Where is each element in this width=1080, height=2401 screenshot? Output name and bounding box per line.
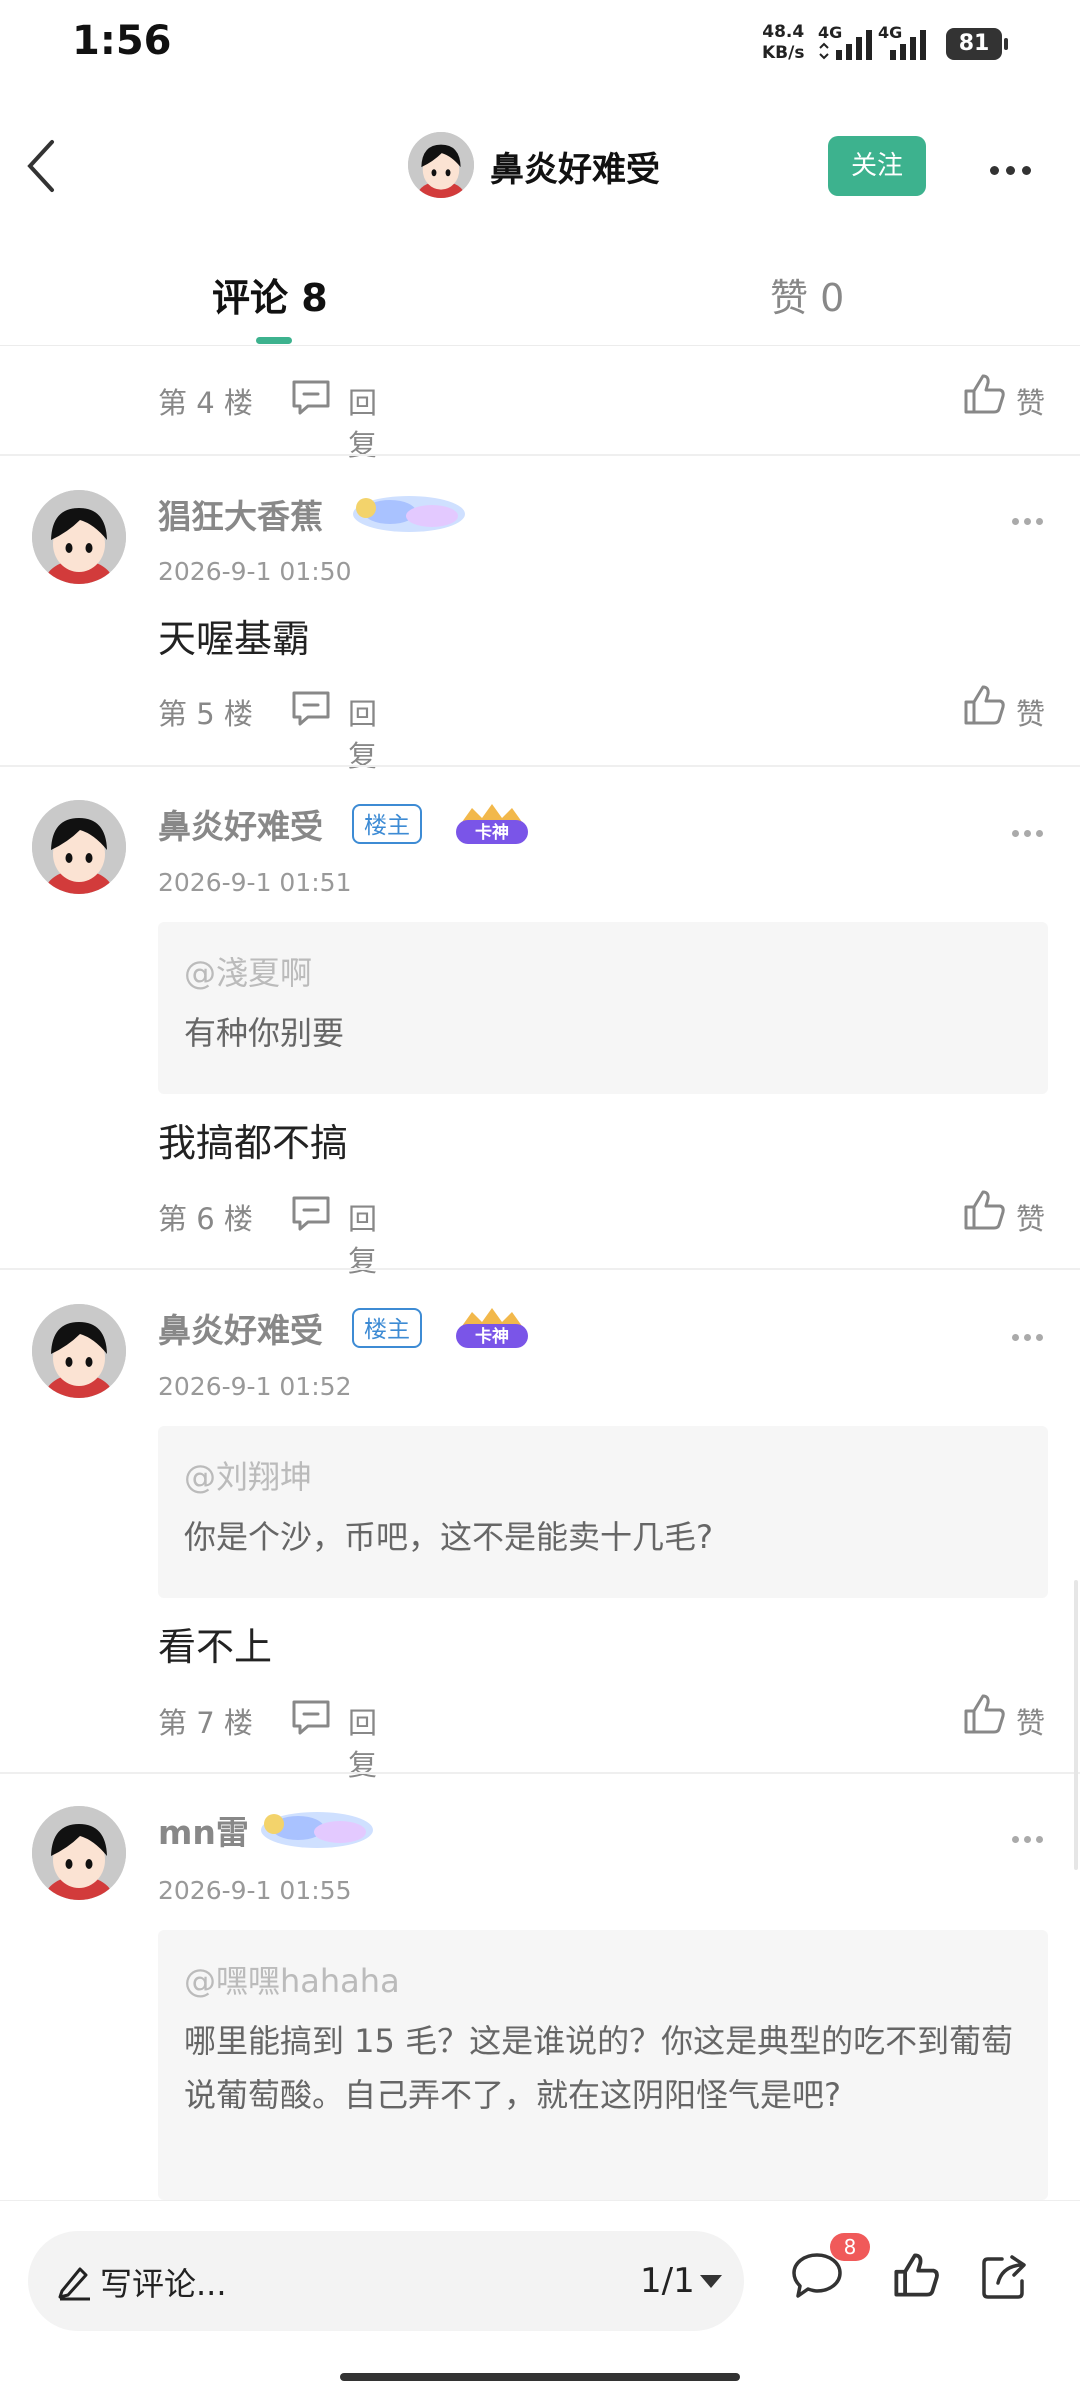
- active-tab-indicator: [256, 337, 292, 344]
- user-avatar[interactable]: [32, 1304, 126, 1398]
- header-avatar[interactable]: [408, 132, 474, 198]
- comment-count-badge: 8: [830, 2233, 870, 2261]
- home-indicator[interactable]: [340, 2373, 740, 2381]
- user-avatar[interactable]: [32, 800, 126, 894]
- like-label: 赞: [1016, 1202, 1046, 1236]
- reply-icon[interactable]: [290, 1698, 332, 1736]
- sig2-label: 4G: [878, 24, 902, 42]
- thumbs-up-icon: [964, 685, 1005, 725]
- tab-bar: 评论 8 赞 0: [0, 255, 1080, 346]
- signal-icon: 4G: [818, 24, 872, 60]
- post-text: 看不上: [158, 1625, 273, 1669]
- sig1-label: 4G: [818, 24, 842, 42]
- net-speed-unit: KB/s: [762, 43, 805, 63]
- net-speed-value: 48.4: [762, 22, 805, 42]
- level-medal-icon: [353, 496, 465, 532]
- comment-input[interactable]: 写评论... 1/1: [28, 2231, 744, 2331]
- username[interactable]: 鼻炎好难受: [158, 1304, 323, 1352]
- thumbs-up-icon[interactable]: [892, 2251, 940, 2299]
- user-avatar[interactable]: [32, 1806, 126, 1900]
- header-username[interactable]: 鼻炎好难受: [490, 142, 660, 191]
- floor-number: 第 5 楼: [158, 697, 253, 731]
- tab-likes[interactable]: 赞 0: [770, 267, 844, 322]
- scrollbar[interactable]: [1074, 1580, 1078, 1870]
- quoted-username[interactable]: @嘿嘿hahaha: [184, 1956, 400, 2002]
- reply-button[interactable]: 回复: [348, 380, 377, 464]
- like-label: 赞: [1016, 697, 1046, 731]
- post-time: 2026-9-1 01:55: [158, 1876, 352, 1905]
- reply-icon[interactable]: [290, 1194, 332, 1232]
- post-time: 2026-9-1 01:50: [158, 557, 352, 586]
- username[interactable]: mn雷: [158, 1806, 249, 1854]
- floor-number: 第 7 楼: [158, 1706, 253, 1740]
- like-label: 赞: [1016, 386, 1046, 420]
- username[interactable]: 猖狂大香蕉: [158, 490, 323, 538]
- quoted-text: 有种你别要: [184, 1014, 345, 1052]
- quoted-text: 你是个沙，币吧，这不是能卖十几毛?: [184, 1518, 713, 1556]
- post-more-icon[interactable]: [1012, 510, 1048, 529]
- floor-number: 第 4 楼: [158, 386, 253, 420]
- quoted-reply[interactable]: @刘翔坤 你是个沙，币吧，这不是能卖十几毛?: [158, 1426, 1048, 1598]
- divider: [0, 454, 1080, 456]
- tab-comments[interactable]: 评论 8: [212, 267, 328, 322]
- level-medal-icon: [261, 1812, 373, 1848]
- status-time: 1:56: [72, 18, 172, 64]
- quoted-reply[interactable]: @嘿嘿hahaha 哪里能搞到 15 毛？这是谁说的？你这是典型的吃不到葡萄说葡…: [158, 1930, 1048, 2200]
- reply-icon[interactable]: [290, 689, 332, 727]
- op-badge: 楼主: [352, 804, 422, 844]
- page-selector[interactable]: 1/1: [640, 2261, 695, 2301]
- quoted-username[interactable]: @刘翔坤: [184, 1452, 312, 1498]
- signal-icon-2: 4G: [878, 24, 926, 60]
- medal-text: 卡神: [475, 1326, 509, 1347]
- kashen-medal-icon: 卡神: [456, 1308, 528, 1348]
- quoted-reply[interactable]: @淺夏啊 有种你别要: [158, 922, 1048, 1094]
- user-avatar[interactable]: [32, 490, 126, 584]
- share-icon[interactable]: [980, 2251, 1032, 2301]
- divider: [0, 1772, 1080, 1774]
- kashen-medal-icon: 卡神: [456, 804, 528, 844]
- follow-button[interactable]: 关注: [828, 136, 926, 196]
- divider: [0, 765, 1080, 767]
- back-arrow-icon[interactable]: [22, 136, 62, 196]
- pen-icon: [58, 2267, 90, 2301]
- network-speed: 48.4 KB/s: [762, 22, 804, 64]
- more-options-icon[interactable]: [990, 160, 1038, 179]
- post-text: 天喔基霸: [158, 617, 311, 661]
- battery-indicator: 81: [946, 28, 1008, 60]
- chevron-down-icon[interactable]: [700, 2275, 722, 2288]
- post-more-icon[interactable]: [1012, 1326, 1048, 1345]
- post-header: 鼻炎好难受 关注: [0, 100, 1080, 230]
- medal-text: 卡神: [475, 822, 509, 843]
- bottom-action-bar: 写评论... 1/1 8: [0, 2200, 1080, 2401]
- status-bar: 1:56 48.4 KB/s 4G 4G 81: [0, 0, 1080, 90]
- like-label: 赞: [1016, 1706, 1046, 1740]
- reply-button[interactable]: 回复: [348, 691, 377, 775]
- thumbs-up-icon: [964, 1694, 1005, 1734]
- quoted-text: 哪里能搞到 15 毛？这是谁说的？你这是典型的吃不到葡萄说葡萄酸。自己弄不了，就…: [184, 2022, 1014, 2114]
- post-more-icon[interactable]: [1012, 822, 1048, 841]
- post-time: 2026-9-1 01:52: [158, 1372, 352, 1401]
- op-badge: 楼主: [352, 1308, 422, 1348]
- thumbs-up-icon: [964, 374, 1005, 414]
- post-more-icon[interactable]: [1012, 1828, 1048, 1847]
- reply-icon[interactable]: [290, 378, 332, 416]
- floor-number: 第 6 楼: [158, 1202, 253, 1236]
- post-text: 我搞都不搞: [158, 1121, 349, 1165]
- thumbs-up-icon: [964, 1190, 1005, 1230]
- divider: [0, 1268, 1080, 1270]
- post-time: 2026-9-1 01:51: [158, 868, 352, 897]
- quoted-username[interactable]: @淺夏啊: [184, 948, 312, 994]
- comment-placeholder: 写评论...: [100, 2265, 227, 2303]
- username[interactable]: 鼻炎好难受: [158, 800, 323, 848]
